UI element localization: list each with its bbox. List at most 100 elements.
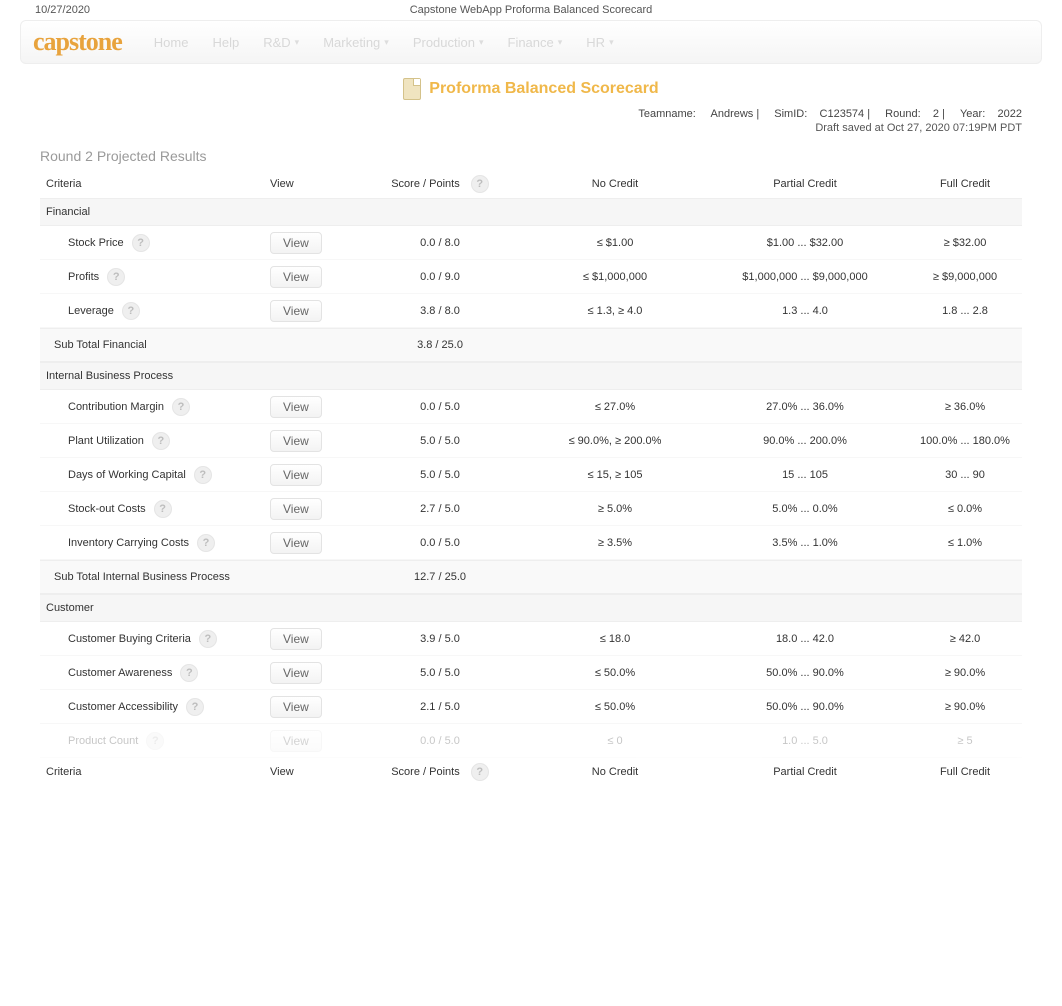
no-credit-value: ≤ 0 [520, 735, 710, 747]
view-button[interactable]: View [270, 730, 322, 752]
view-button[interactable]: View [270, 300, 322, 322]
round-value: 2 [933, 108, 939, 120]
nav-production[interactable]: Production▾ [413, 35, 484, 50]
info-icon[interactable]: ? [194, 466, 212, 484]
info-icon[interactable]: ? [199, 630, 217, 648]
score-value: 0.0 / 5.0 [360, 537, 520, 549]
no-credit-value: ≤ 15, ≥ 105 [520, 469, 710, 481]
table-row: Stock Price?View0.0 / 8.0≤ $1.00$1.00 ..… [40, 226, 1022, 260]
partial-credit-value: $1,000,000 ... $9,000,000 [710, 271, 900, 283]
score-value: 3.9 / 5.0 [360, 633, 520, 645]
full-credit-value: 30 ... 90 [900, 469, 1030, 481]
info-icon[interactable]: ? [122, 302, 140, 320]
no-credit-value: ≤ 50.0% [520, 667, 710, 679]
full-credit-value: ≥ 36.0% [900, 401, 1030, 413]
criteria-label: Stock-out Costs? [40, 500, 270, 518]
nav-rd[interactable]: R&D▾ [263, 35, 299, 50]
header-score: Score / Points ? [360, 763, 520, 781]
top-meta-bar: 10/27/2020 Capstone WebApp Proforma Bala… [0, 0, 1062, 20]
info-icon[interactable]: ? [186, 698, 204, 716]
no-credit-value: ≤ 50.0% [520, 701, 710, 713]
info-icon[interactable]: ? [152, 432, 170, 450]
criteria-label: Leverage? [40, 302, 270, 320]
partial-credit-value: 3.5% ... 1.0% [710, 537, 900, 549]
view-button[interactable]: View [270, 266, 322, 288]
criteria-label: Contribution Margin? [40, 398, 270, 416]
full-credit-value: 100.0% ... 180.0% [900, 435, 1030, 447]
view-button[interactable]: View [270, 464, 322, 486]
view-button[interactable]: View [270, 696, 322, 718]
full-credit-value: ≥ 90.0% [900, 667, 1030, 679]
info-icon[interactable]: ? [172, 398, 190, 416]
year-value: 2022 [998, 108, 1022, 120]
no-credit-value: ≤ $1.00 [520, 237, 710, 249]
partial-credit-value: 90.0% ... 200.0% [710, 435, 900, 447]
group-row: Customer [40, 594, 1022, 622]
brand-logo: capstone [33, 27, 122, 57]
partial-credit-value: 1.0 ... 5.0 [710, 735, 900, 747]
nav-finance[interactable]: Finance▾ [508, 35, 563, 50]
info-icon[interactable]: ? [471, 763, 489, 781]
nav-home[interactable]: Home [154, 35, 189, 50]
table-row: Customer Buying Criteria?View3.9 / 5.0≤ … [40, 622, 1022, 656]
table-header-row: Criteria View Score / Points ? No Credit… [40, 170, 1022, 198]
view-button[interactable]: View [270, 430, 322, 452]
view-button[interactable]: View [270, 662, 322, 684]
info-icon[interactable]: ? [180, 664, 198, 682]
chevron-down-icon: ▾ [295, 37, 300, 48]
group-label: Internal Business Process [40, 370, 270, 382]
info-icon[interactable]: ? [471, 175, 489, 193]
table-row: Contribution Margin?View0.0 / 5.0≤ 27.0%… [40, 390, 1022, 424]
nav-hr[interactable]: HR▾ [586, 35, 613, 50]
view-button[interactable]: View [270, 628, 322, 650]
no-credit-value: ≤ 27.0% [520, 401, 710, 413]
criteria-label: Inventory Carrying Costs? [40, 534, 270, 552]
header-criteria: Criteria [40, 178, 270, 190]
table-row: Customer Awareness?View5.0 / 5.0≤ 50.0%5… [40, 656, 1022, 690]
chevron-down-icon: ▾ [558, 37, 563, 48]
criteria-label: Product Count ? [40, 732, 270, 750]
partial-credit-value: 15 ... 105 [710, 469, 900, 481]
partial-credit-value: 27.0% ... 36.0% [710, 401, 900, 413]
score-value: 5.0 / 5.0 [360, 435, 520, 447]
info-icon[interactable]: ? [107, 268, 125, 286]
score-value: 2.1 / 5.0 [360, 701, 520, 713]
table-row: Leverage?View3.8 / 8.0≤ 1.3, ≥ 4.01.3 ..… [40, 294, 1022, 328]
header-full-credit: Full Credit [900, 766, 1030, 778]
view-button[interactable]: View [270, 232, 322, 254]
subtotal-score: 12.7 / 25.0 [360, 571, 520, 583]
teamname-label: Teamname: [638, 108, 695, 120]
simulation-meta: Teamname: Andrews | SimID: C123574 | Rou… [0, 100, 1062, 122]
view-button[interactable]: View [270, 396, 322, 418]
nav-help[interactable]: Help [212, 35, 239, 50]
info-icon[interactable]: ? [154, 500, 172, 518]
score-value: 0.0 / 8.0 [360, 237, 520, 249]
criteria-label: Days of Working Capital? [40, 466, 270, 484]
group-label: Customer [40, 602, 270, 614]
header-no-credit: No Credit [520, 178, 710, 190]
header-criteria: Criteria [40, 766, 270, 778]
info-icon[interactable]: ? [197, 534, 215, 552]
score-value: 5.0 / 5.0 [360, 667, 520, 679]
partial-credit-value: 50.0% ... 90.0% [710, 667, 900, 679]
criteria-label: Profits? [40, 268, 270, 286]
view-button[interactable]: View [270, 498, 322, 520]
section-title: Round 2 Projected Results [0, 142, 1062, 170]
subtotal-row: Sub Total Financial3.8 / 25.0 [40, 328, 1022, 362]
partial-credit-value: 50.0% ... 90.0% [710, 701, 900, 713]
full-credit-value: 1.8 ... 2.8 [900, 305, 1030, 317]
nav-marketing[interactable]: Marketing▾ [323, 35, 389, 50]
no-credit-value: ≤ 18.0 [520, 633, 710, 645]
group-row: Financial [40, 198, 1022, 226]
teamname-value: Andrews [711, 108, 754, 120]
draft-saved-timestamp: Draft saved at Oct 27, 2020 07:19PM PDT [0, 122, 1062, 142]
info-icon[interactable]: ? [146, 732, 164, 750]
round-label: Round: [885, 108, 920, 120]
score-value: 5.0 / 5.0 [360, 469, 520, 481]
view-button[interactable]: View [270, 532, 322, 554]
info-icon[interactable]: ? [132, 234, 150, 252]
table-row: Plant Utilization?View5.0 / 5.0≤ 90.0%, … [40, 424, 1022, 458]
group-row: Internal Business Process [40, 362, 1022, 390]
full-credit-value: ≤ 1.0% [900, 537, 1030, 549]
document-title-row: Proforma Balanced Scorecard [0, 78, 1062, 100]
